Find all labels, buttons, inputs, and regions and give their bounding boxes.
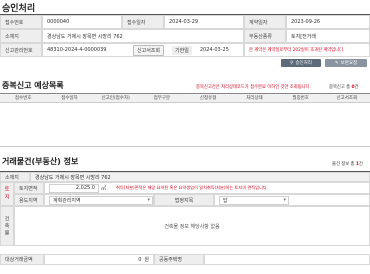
location-value: 경상남도 거제시 장목면 시방리 762 xyxy=(42,29,244,43)
joint-housing-label: 공동주택명 xyxy=(154,254,204,265)
land-area-unit: ㎡ xyxy=(101,185,107,192)
col-certificate-no: 필증번호 xyxy=(292,96,309,101)
land-side-label: 토지 xyxy=(0,182,14,206)
col-business-type: 업무구분 xyxy=(153,96,171,101)
joint-housing-value xyxy=(204,254,370,265)
tx-location-value: 경상남도 거제시 장목면 시방리 762 xyxy=(30,172,370,182)
property-type-label: 부동산종류 xyxy=(244,29,286,43)
building-empty: 건축물 정보 해당사항 없음 xyxy=(14,206,370,246)
report-mgmt-no: 48310-2024-4-0000039 xyxy=(47,47,107,53)
col-receipt-date: 접수일자 xyxy=(61,96,78,101)
transaction-title: 거래물건(부동산) 정보 xyxy=(2,157,79,166)
col-view-report: 신고서조회 xyxy=(336,96,358,101)
col-receipt-no: 접수번호 xyxy=(14,96,32,101)
transaction-count: 물건 정보 총 1건 xyxy=(332,162,363,167)
location-label: 소재지 xyxy=(0,29,42,43)
land-category-cell: 답 ▾ xyxy=(214,194,370,206)
chevron-down-icon: ▾ xyxy=(147,197,150,203)
duplicate-table-header: 접수번호 접수일자 신고인(접수자) 업무구분 신청유형 처리상태 필증번호 신… xyxy=(0,93,370,103)
price-label: 대상거래금액 xyxy=(0,254,44,265)
search-icon: ⚲ xyxy=(290,60,294,66)
land-area-input[interactable]: 2,025.0 xyxy=(49,183,99,193)
col-request-type: 신청유형 xyxy=(199,96,217,101)
contract-date-value: 2023-09-26 xyxy=(286,15,370,29)
approve-button[interactable]: ⚲ 승인처리 xyxy=(281,59,321,67)
land-area-row: 2,025.0 ㎡ 취득(처분)면적은 해당 요약된 혹은 요약생업이 일치취득… xyxy=(44,182,370,194)
land-category-select[interactable]: 답 ▾ xyxy=(219,195,289,205)
land-use-label: 용도지역 xyxy=(14,194,44,206)
building-side-label: 건축물 xyxy=(0,206,14,246)
contract-date-label: 계약일자 xyxy=(244,15,286,29)
land-area-label: 토지면적 xyxy=(14,182,44,194)
receipt-date-label: 접수일자 xyxy=(122,15,164,29)
tx-location-label: 소재지 xyxy=(0,172,30,182)
receipt-no-label: 접수번호 xyxy=(0,15,42,29)
overdue-warning: 본 계약은 계약일로부터 202일이 초과된 계약입니다. xyxy=(244,43,370,57)
property-type-value: 토지[전거래 xyxy=(286,29,370,43)
col-reporter: 신고인(접수자) xyxy=(101,96,130,101)
receipt-date-value: 2024-03-29 xyxy=(164,15,244,29)
price-unit: 원 xyxy=(144,257,149,263)
report-mgmt-value: 48310-2024-4-0000039 신고서조회 기한일 2024-03-2… xyxy=(42,43,244,57)
deadline-label: 기한일 xyxy=(172,45,192,55)
report-mgmt-label: 신고관리번호 xyxy=(0,43,42,57)
reject-button[interactable]: ✎ 보완요청 xyxy=(325,59,367,67)
duplicate-table-body xyxy=(0,103,370,147)
land-category-label: 법정지목 xyxy=(154,194,214,206)
deadline-value: 2024-03-25 xyxy=(199,47,229,53)
land-use-cell: 계획관리지역 ▾ xyxy=(44,194,154,206)
land-use-select[interactable]: 계획관리지역 ▾ xyxy=(49,195,153,205)
price-value: 0 xyxy=(138,256,142,263)
price-cell: 0 원 xyxy=(44,254,154,265)
duplicate-count: 중복신고 총 0건 xyxy=(329,85,359,90)
duplicate-notice: 중복신고건은 처리상태코드가 접수완료 이하인 것만 조회됩니다. xyxy=(196,85,311,90)
col-status: 처리상태 xyxy=(246,96,263,101)
chevron-down-icon: ▾ xyxy=(283,197,286,203)
edit-icon: ✎ xyxy=(334,60,339,66)
duplicate-title: 중복신고 예상목록 xyxy=(2,81,64,90)
land-area-note: 취득(처분)면적은 해당 요약된 혹은 요약생업이 일치취득(처분)하는 토지의… xyxy=(116,185,269,190)
receipt-no-value: 0000040 xyxy=(42,15,122,29)
page-title: 승인처리 xyxy=(2,4,36,14)
report-receipt-button[interactable]: 신고서조회 xyxy=(133,44,165,56)
